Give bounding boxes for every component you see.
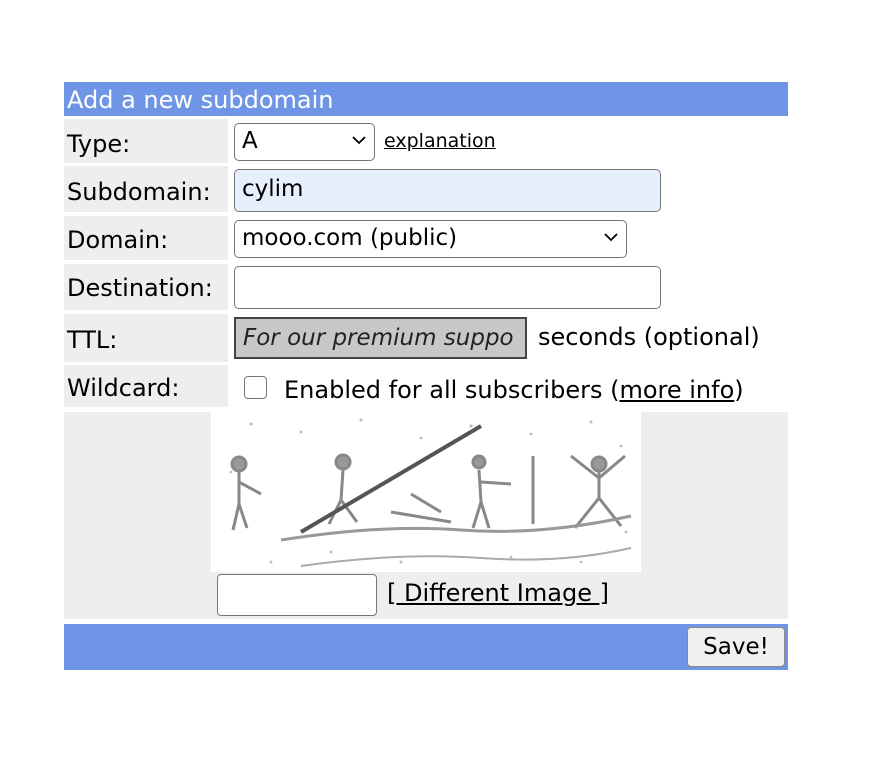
wildcard-checkbox[interactable] <box>244 376 267 399</box>
save-button[interactable]: Save! <box>687 627 785 667</box>
captcha-area: [ Different Image ] <box>64 412 788 619</box>
type-select[interactable]: A <box>234 123 375 161</box>
domain-select[interactable]: mooo.com (public) <box>234 220 627 258</box>
captcha-image <box>211 412 641 572</box>
domain-select-value: mooo.com (public) <box>242 225 458 251</box>
destination-label: Destination: <box>64 264 228 310</box>
different-image-link[interactable]: [ Different Image ] <box>387 577 609 609</box>
chevron-down-icon <box>604 233 618 242</box>
ttl-label: TTL: <box>64 314 228 362</box>
ttl-input-disabled: For our premium suppo <box>234 317 527 359</box>
type-select-value: A <box>242 128 258 154</box>
subdomain-input[interactable]: cylim <box>234 169 661 212</box>
wildcard-description: Enabled for all subscribers (more info) <box>284 375 744 405</box>
wildcard-text-before: Enabled for all subscribers ( <box>284 376 620 404</box>
wildcard-label: Wildcard: <box>64 365 228 407</box>
captcha-input[interactable] <box>217 574 377 616</box>
ttl-suffix: seconds (optional) <box>538 323 760 351</box>
form-footer: Save! <box>64 624 788 670</box>
form-header: Add a new subdomain <box>64 82 788 116</box>
chevron-down-icon <box>352 136 366 145</box>
more-info-link[interactable]: more info <box>619 376 734 404</box>
destination-input[interactable] <box>234 266 661 309</box>
domain-label: Domain: <box>64 216 228 260</box>
wildcard-text-after: ) <box>734 376 744 404</box>
subdomain-label: Subdomain: <box>64 166 228 212</box>
explanation-link[interactable]: explanation <box>384 130 496 152</box>
type-label: Type: <box>64 119 228 163</box>
